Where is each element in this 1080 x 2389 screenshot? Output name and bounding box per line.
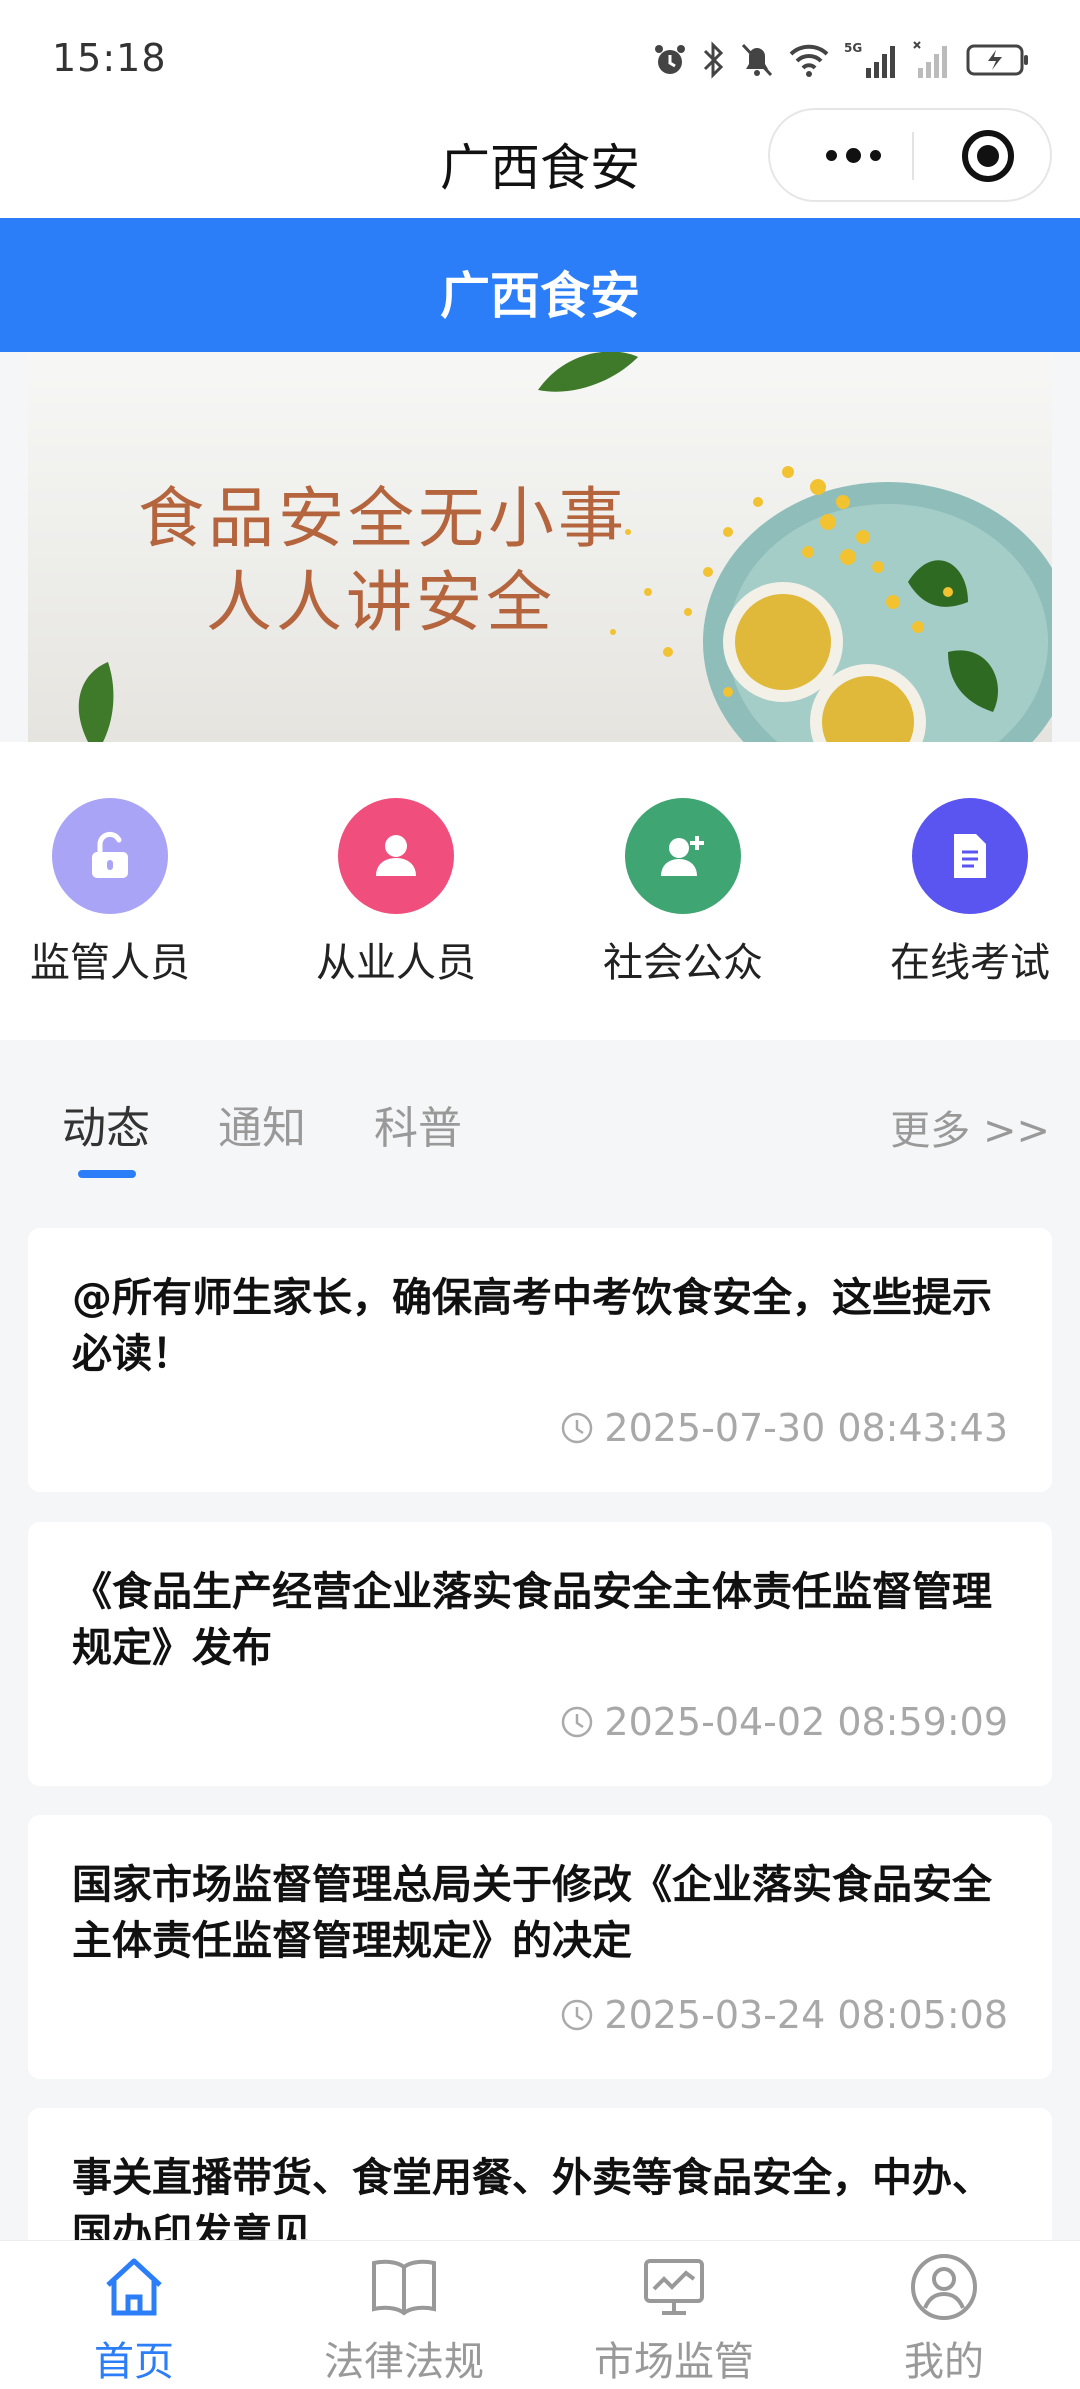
status-icons: 5G (652, 38, 1030, 82)
news-time-text: 2025-04-02 08:59:09 (604, 1700, 1008, 1744)
page-header: 广西食安 (0, 218, 1080, 352)
close-mini-program-icon[interactable] (962, 130, 1014, 182)
unlock-icon (52, 798, 168, 914)
mute-bell-icon (741, 43, 773, 77)
user-profile-icon (844, 2249, 1044, 2325)
clock-icon (562, 1412, 593, 1444)
tab-notices[interactable]: 通知 (218, 1092, 306, 1156)
signal-icon (913, 41, 947, 78)
entry-label: 社会公众 (603, 940, 763, 986)
wifi-icon (789, 44, 829, 77)
mini-program-navbar: 广西食安 (0, 108, 1080, 218)
entry-practitioner[interactable]: 从业人员 (286, 798, 506, 988)
home-icon (34, 2249, 234, 2325)
document-icon (912, 798, 1028, 914)
banner-line-2: 人人讲安全 (206, 564, 556, 641)
bottom-tab-bar: 首页 法律法规 市场监管 我的 (0, 2240, 1080, 2389)
tabbar-label: 法律法规 (324, 2339, 484, 2385)
tab-science[interactable]: 科普 (374, 1092, 462, 1156)
news-tabs: 动态 通知 科普 更多 >> (0, 1040, 1080, 1210)
news-title: @所有师生家长，确保高考中考饮食安全，这些提示必读！ (72, 1275, 992, 1377)
entry-label: 在线考试 (890, 940, 1050, 986)
news-time: 2025-07-30 08:43:43 (560, 1406, 1008, 1450)
capsule-menu (768, 108, 1052, 202)
news-title: 国家市场监督管理总局关于修改《企业落实食品安全主体责任监督管理规定》的决定 (72, 1862, 992, 1964)
entry-supervisor[interactable]: 监管人员 (0, 798, 220, 988)
entry-online-exam[interactable]: 在线考试 (860, 798, 1080, 988)
capsule-divider (912, 132, 914, 180)
quick-entry-grid: 监管人员 从业人员 社会公众 在线考试 (0, 742, 1080, 1040)
news-card[interactable]: @所有师生家长，确保高考中考饮食安全，这些提示必读！ 2025-07-30 08… (28, 1228, 1052, 1492)
status-time: 15:18 (52, 36, 167, 80)
person-icon (338, 798, 454, 914)
entry-label: 监管人员 (30, 940, 190, 986)
tabbar-laws[interactable]: 法律法规 (304, 2249, 504, 2387)
status-bar: 15:18 5G (0, 0, 1080, 110)
clock-icon (562, 1999, 593, 2031)
svg-text:5G: 5G (844, 41, 862, 55)
banner-slogan: 食品安全无小事 人人讲安全 (138, 477, 628, 645)
news-time-text: 2025-07-30 08:43:43 (604, 1406, 1008, 1450)
tab-dynamics[interactable]: 动态 (62, 1092, 150, 1156)
signal-5g-icon: 5G (844, 41, 895, 78)
news-time: 2025-04-02 08:59:09 (560, 1700, 1008, 1744)
more-options-icon[interactable] (798, 110, 908, 200)
tabbar-mine[interactable]: 我的 (844, 2249, 1044, 2387)
news-title: 《食品生产经营企业落实食品安全主体责任监督管理规定》发布 (72, 1569, 992, 1671)
clock-icon (562, 1706, 593, 1738)
news-time-text: 2025-03-24 08:05:08 (604, 1993, 1008, 2037)
alarm-icon (655, 45, 685, 74)
tabbar-market-supervision[interactable]: 市场监管 (574, 2249, 774, 2387)
tabbar-home[interactable]: 首页 (34, 2249, 234, 2387)
battery-icon (966, 44, 1028, 76)
banner[interactable]: 食品安全无小事 人人讲安全 (28, 352, 1052, 742)
more-link[interactable]: 更多 >> (890, 1098, 1050, 1156)
news-time: 2025-03-24 08:05:08 (560, 1993, 1008, 2037)
news-card[interactable]: 《食品生产经营企业落实食品安全主体责任监督管理规定》发布 2025-04-02 … (28, 1522, 1052, 1786)
banner-line-1: 食品安全无小事 (138, 480, 628, 557)
monitor-chart-icon (574, 2249, 774, 2325)
book-icon (304, 2249, 504, 2325)
page-title: 广西食安 (440, 267, 640, 325)
entry-public[interactable]: 社会公众 (573, 798, 793, 988)
news-card[interactable]: 国家市场监督管理总局关于修改《企业落实食品安全主体责任监督管理规定》的决定 20… (28, 1815, 1052, 2079)
entry-label: 从业人员 (316, 940, 476, 986)
active-tab-indicator (78, 1170, 136, 1178)
bluetooth-icon (703, 41, 724, 79)
tabbar-label: 首页 (94, 2339, 174, 2385)
person-add-icon (625, 798, 741, 914)
tabbar-label: 市场监管 (594, 2339, 754, 2385)
tabbar-label: 我的 (904, 2339, 984, 2385)
